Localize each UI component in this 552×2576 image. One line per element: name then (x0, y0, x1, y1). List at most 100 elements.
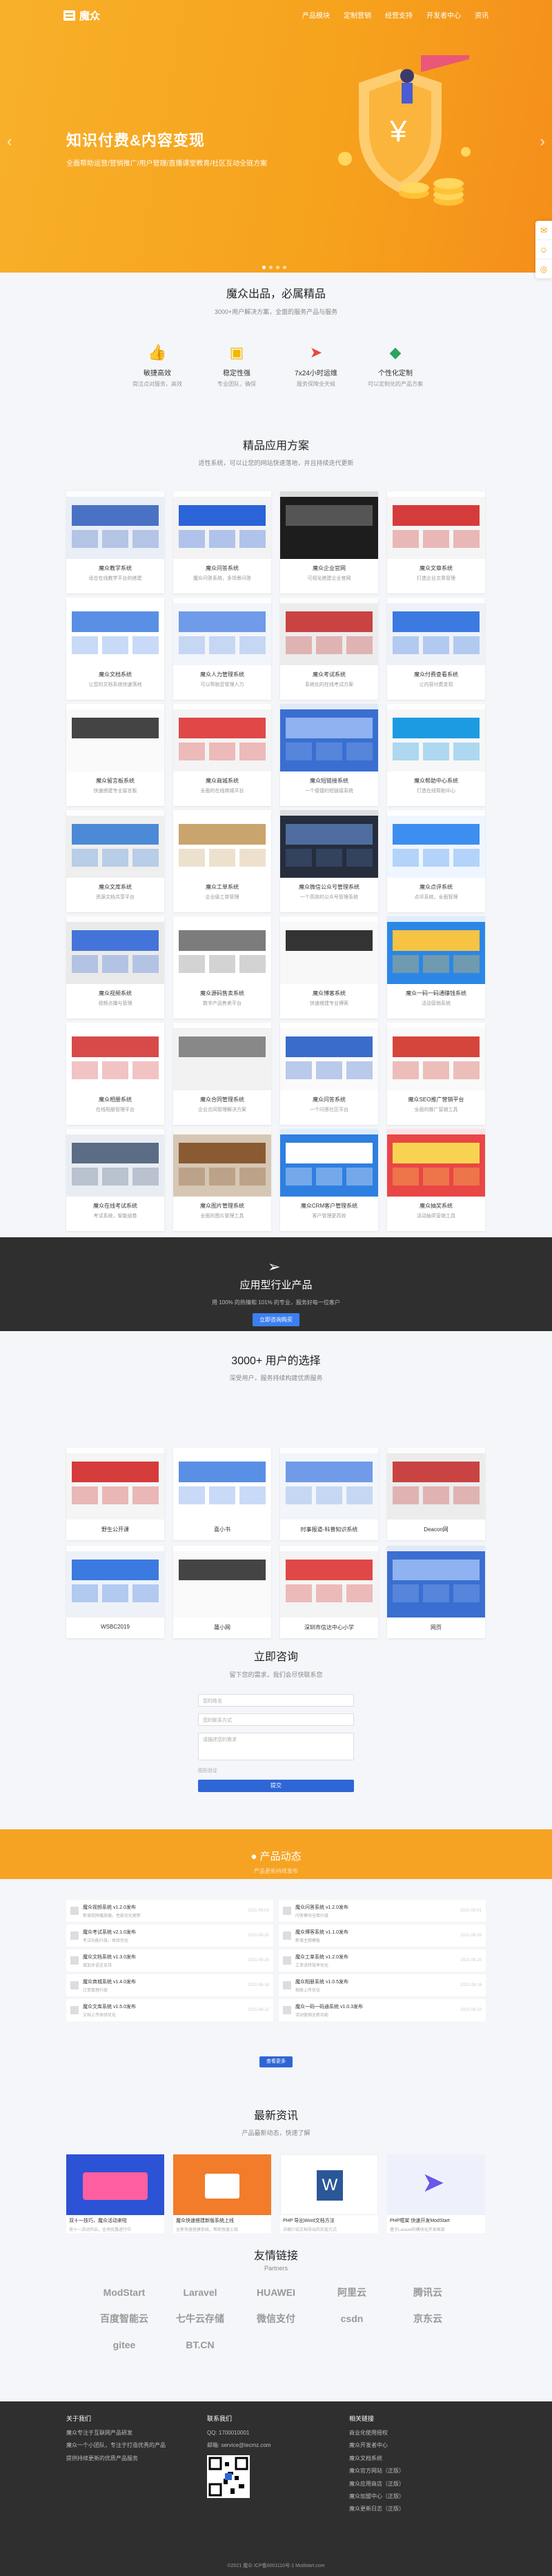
partner-logo[interactable]: BT.CN (162, 2337, 238, 2353)
solution-card[interactable]: 魔众相册系统 在线相册管理平台 (66, 1023, 164, 1125)
partner-logo[interactable]: 京东云 (390, 2310, 466, 2327)
partner-logo[interactable]: HUAWEI (238, 2284, 314, 2301)
solution-card[interactable]: 魔众企业官网 可视化搭建企业官网 (280, 491, 378, 593)
news-item[interactable]: 魔众博客系统 v1.1.0发布 新增主题模板 2021-08-26 (279, 1925, 486, 1947)
thumb-block (286, 1061, 312, 1079)
partner-logo[interactable]: 七牛云存储 (162, 2310, 238, 2327)
news-item[interactable]: 魔众相册系统 v1.0.5发布 相册上传优化 2021-08-16 (279, 1974, 486, 1996)
contact-field[interactable]: 您的联系方式 (198, 1713, 354, 1726)
footer-qq[interactable]: QQ: 1700010001 (207, 2430, 331, 2437)
next-slide-icon[interactable]: › (540, 132, 545, 150)
nav-item-developers[interactable]: 开发者中心 (426, 10, 461, 20)
footer-link[interactable]: 魔众官方网站（正版） (349, 2468, 487, 2475)
article-thumbnail: ➤ (387, 2154, 485, 2215)
footer-link[interactable]: 魔众加盟中心（正版） (349, 2493, 487, 2500)
industry-consult-button[interactable]: 立即咨询购买 (253, 1313, 299, 1326)
solution-card[interactable]: 魔众文档系统 让您的文档系统快速落地 (66, 598, 164, 700)
solution-card[interactable]: 魔众问答系统 魔众问答系统，多场景问答 (173, 491, 271, 593)
news-item[interactable]: 魔众问答系统 v1.2.0发布 问答模块全面升级 2021-09-01 (279, 1900, 486, 1922)
news-item[interactable]: 魔众视频系统 v1.2.0发布 新增视频播放器，性能优化更新 2021-09-01 (66, 1900, 273, 1922)
wechat-icon[interactable]: ◎ (535, 259, 552, 279)
solution-card[interactable]: 魔众留言板系统 快速搭建专业留言板 (66, 704, 164, 806)
partner-logo[interactable]: gitee (86, 2337, 162, 2353)
partner-logo[interactable]: ModStart (86, 2284, 162, 2301)
nav-item-news[interactable]: 资讯 (475, 10, 489, 20)
thumb-block (393, 1486, 419, 1504)
chat-icon[interactable]: ✉ (535, 221, 552, 240)
user-case-card[interactable]: 野生公开课 (66, 1448, 164, 1540)
footer-link[interactable]: 魔众更新日志（正版） (349, 2506, 487, 2513)
thumb-block (72, 1560, 159, 1580)
requirement-field[interactable]: 请描述您的需求 (198, 1733, 354, 1760)
partner-logo[interactable]: csdn (314, 2310, 390, 2327)
solution-card[interactable]: 魔众微信公众号管理系统 一个高效的公众号管理系统 (280, 810, 378, 912)
thumb-topbar (66, 916, 164, 922)
solution-card[interactable]: 魔众文库系统 资源文档共享平台 (66, 810, 164, 912)
user-case-card[interactable]: 深圳市信达中心小学 (280, 1546, 378, 1638)
solution-card[interactable]: 魔众短链接系统 一个便捷的短链接系统 (280, 704, 378, 806)
solution-card[interactable]: 魔众教学系统 适合在线教学平台的搭建 (66, 491, 164, 593)
solution-card[interactable]: 魔众CRM客户管理系统 客户管理更高效 (280, 1129, 378, 1231)
solution-card[interactable]: 魔众博客系统 快速搭建专业博客 (280, 916, 378, 1019)
news-item[interactable]: 魔众文库系统 v1.5.0发布 文档上传体验优化 2021-08-12 (66, 1999, 273, 2021)
solution-card[interactable]: 魔众图片管理系统 全面的图片管理工具 (173, 1129, 271, 1231)
solution-card[interactable]: 魔众源码售卖系统 数字产品售卖平台 (173, 916, 271, 1019)
partner-logo[interactable]: 微信支付 (238, 2310, 314, 2327)
news-item[interactable]: 魔众工单系统 v1.2.0发布 工单流转效率优化 2021-08-20 (279, 1949, 486, 1972)
brand-logo[interactable]: 魔众 (63, 8, 100, 23)
news-item[interactable]: 魔众一码一码通系统 v1.0.3发布 活动营销全新功能 2021-08-10 (279, 1999, 486, 2021)
footer-link[interactable]: 魔众开发者中心 (349, 2442, 487, 2449)
name-field[interactable]: 您的姓名 (198, 1694, 354, 1707)
partner-logo[interactable]: 腾讯云 (390, 2284, 466, 2301)
user-case-card[interactable]: 时事报道-科普知识系统 (280, 1448, 378, 1540)
partner-logo[interactable]: Laravel (162, 2284, 238, 2301)
article-card[interactable]: 双十一技巧，魔众活动来啦 双十一活动开启，全场优惠进行中 (66, 2154, 164, 2233)
user-case-card[interactable]: 网页 (387, 1546, 485, 1638)
thumb-block (179, 1462, 266, 1482)
solution-card[interactable]: 魔众付费查看系统 让内容付费变现 (387, 598, 485, 700)
captcha-field[interactable]: 图形验证 (198, 1767, 354, 1774)
prev-slide-icon[interactable]: ‹ (7, 132, 12, 150)
solution-card[interactable]: 魔众工单系统 企业级工单管理 (173, 810, 271, 912)
solution-card[interactable]: 魔众商城系统 全面的在线商城平台 (173, 704, 271, 806)
solution-card[interactable]: 魔众一码一码通赚钱系统 活动营销系统 (387, 916, 485, 1019)
solution-card[interactable]: 魔众帮助中心系统 打造在线帮助中心 (387, 704, 485, 806)
solution-card[interactable]: 魔众考试系统 系统化的在线考试方案 (280, 598, 378, 700)
article-card[interactable]: ➤ PHP框架 快速开发ModStart 基于Laravel的模块化开发框架 (387, 2154, 485, 2233)
solution-card[interactable]: 魔众问答系统 一个问答社区平台 (280, 1023, 378, 1125)
qq-icon[interactable]: ☺ (535, 240, 552, 259)
solution-card[interactable]: 魔众文章系统 打造企业文章管理 (387, 491, 485, 593)
solution-card[interactable]: 魔众视频系统 视频点播与管理 (66, 916, 164, 1019)
slide-indicators[interactable] (262, 266, 286, 269)
footer-email[interactable]: 邮箱: service@tecmz.com (207, 2442, 331, 2449)
solution-card[interactable]: 魔众人力管理系统 可以帮助您管理人力 (173, 598, 271, 700)
solution-name: 魔众源码售卖系统 (200, 990, 244, 996)
solution-card[interactable]: 魔众点评系统 点评系统，全面管理 (387, 810, 485, 912)
solution-card[interactable]: 魔众合同管理系统 企业合同管理解决方案 (173, 1023, 271, 1125)
partner-logo[interactable]: 百度智能云 (86, 2310, 162, 2327)
news-item[interactable]: 魔众考试系统 v2.1.0发布 考试功能升级，体验优化 2021-08-25 (66, 1925, 273, 1947)
view-more-button[interactable]: 查看更多 (259, 2056, 293, 2067)
solution-card[interactable]: 魔众抽奖系统 活动抽奖营销工具 (387, 1129, 485, 1231)
solution-card[interactable]: 魔众SEO推广营销平台 全面的推广营销工具 (387, 1023, 485, 1125)
nav-item-custom[interactable]: 定制营销 (344, 10, 371, 20)
footer-link[interactable]: 魔众应用商店（正版） (349, 2481, 487, 2488)
thumb-block (393, 1061, 419, 1079)
user-case-card[interactable]: Deacon网 (387, 1448, 485, 1540)
nav-item-support[interactable]: 经营支持 (385, 10, 413, 20)
partner-logo[interactable]: 阿里云 (314, 2284, 390, 2301)
article-card[interactable]: W PHP 导出Word文档方法 详细介绍文档导出的实现方式 (280, 2154, 378, 2233)
user-case-card[interactable]: WSBC2019 (66, 1546, 164, 1638)
footer-link[interactable]: 商业化使用授权 (349, 2430, 487, 2437)
solution-card[interactable]: 魔众在线考试系统 考试系统，智能组卷 (66, 1129, 164, 1231)
nav-item-products[interactable]: 产品模块 (302, 10, 330, 20)
solution-desc: 系统化的在线考试方案 (305, 682, 353, 687)
footer-link[interactable]: 魔众文档系统 (349, 2455, 487, 2462)
user-case-card[interactable]: 莆小网 (173, 1546, 271, 1638)
article-card[interactable]: 魔众快速搭建新版系统上线 全新快速搭建系统，帮助快速上线 (173, 2154, 271, 2233)
news-item[interactable]: 魔众商城系统 v1.4.0发布 订单管理升级 2021-08-18 (66, 1974, 273, 1996)
submit-button[interactable]: 提交 (198, 1780, 354, 1792)
news-item[interactable]: 魔众文档系统 v1.3.0发布 增加多语言支持 2021-08-20 (66, 1949, 273, 1972)
thumb-block (346, 1168, 373, 1186)
user-case-card[interactable]: 喜小书 (173, 1448, 271, 1540)
